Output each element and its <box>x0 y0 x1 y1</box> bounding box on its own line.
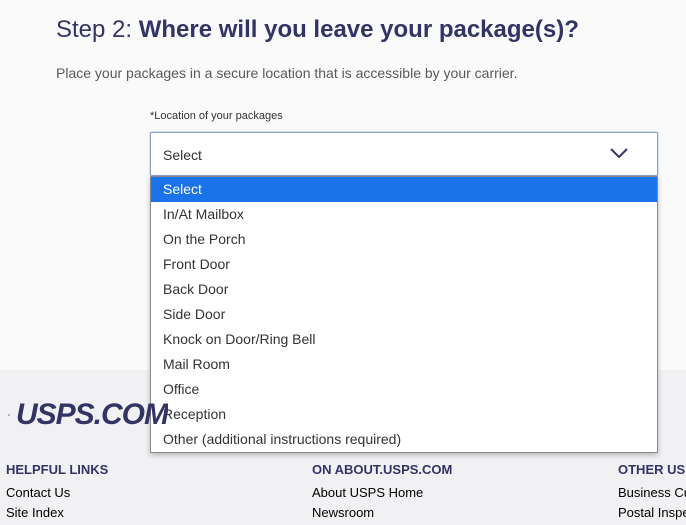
option-select[interactable]: Select <box>151 177 657 202</box>
option-back-door[interactable]: Back Door <box>151 277 657 302</box>
option-on-the-porch[interactable]: On the Porch <box>151 227 657 252</box>
location-field-label: *Location of your packages <box>150 110 283 122</box>
footer-link-contact-us[interactable]: Contact Us <box>6 483 108 503</box>
option-office[interactable]: Office <box>151 377 657 402</box>
footer-link-newsroom[interactable]: Newsroom <box>312 503 452 523</box>
location-select[interactable]: Select <box>150 132 658 176</box>
location-dropdown-list: Select In/At Mailbox On the Porch Front … <box>150 176 658 453</box>
chevron-down-icon <box>610 148 628 159</box>
footer-link-business-gateway[interactable]: Business Customer Gateway <box>618 483 686 503</box>
footer-heading-other-sites: OTHER USPS SITES <box>618 462 686 477</box>
option-knock-on-door[interactable]: Knock on Door/Ring Bell <box>151 327 657 352</box>
option-front-door[interactable]: Front Door <box>151 252 657 277</box>
footer-heading-helpful-links: HELPFUL LINKS <box>6 462 109 477</box>
footer-column-about: ON ABOUT.USPS.COM About USPS Home Newsro… <box>312 462 452 523</box>
footer-link-postal-inspectors[interactable]: Postal Inspectors <box>618 503 686 523</box>
usps-logo-text: USPS.COM <box>15 398 168 431</box>
step-number: Step 2: <box>56 16 133 43</box>
option-side-door[interactable]: Side Door <box>151 302 657 327</box>
usps-logo[interactable]: USPS.COM <box>8 398 168 432</box>
usps-eagle-icon <box>8 414 10 416</box>
step-question: Where will you leave your package(s)? <box>138 16 579 43</box>
footer-link-about-usps-home[interactable]: About USPS Home <box>312 483 452 503</box>
step-subtitle: Place your packages in a secure location… <box>56 65 518 81</box>
footer-heading-about: ON ABOUT.USPS.COM <box>312 462 453 477</box>
footer-column-helpful-links: HELPFUL LINKS Contact Us Site Index <box>6 462 108 523</box>
option-other[interactable]: Other (additional instructions required) <box>151 427 657 452</box>
option-reception[interactable]: Reception <box>151 402 657 427</box>
option-in-at-mailbox[interactable]: In/At Mailbox <box>151 202 657 227</box>
location-select-value: Select <box>163 147 202 163</box>
step-title: Step 2: Where will you leave your packag… <box>56 16 579 44</box>
footer-column-other-sites: OTHER USPS SITES Business Customer Gatew… <box>618 462 686 523</box>
footer-link-site-index[interactable]: Site Index <box>6 503 108 523</box>
option-mail-room[interactable]: Mail Room <box>151 352 657 377</box>
